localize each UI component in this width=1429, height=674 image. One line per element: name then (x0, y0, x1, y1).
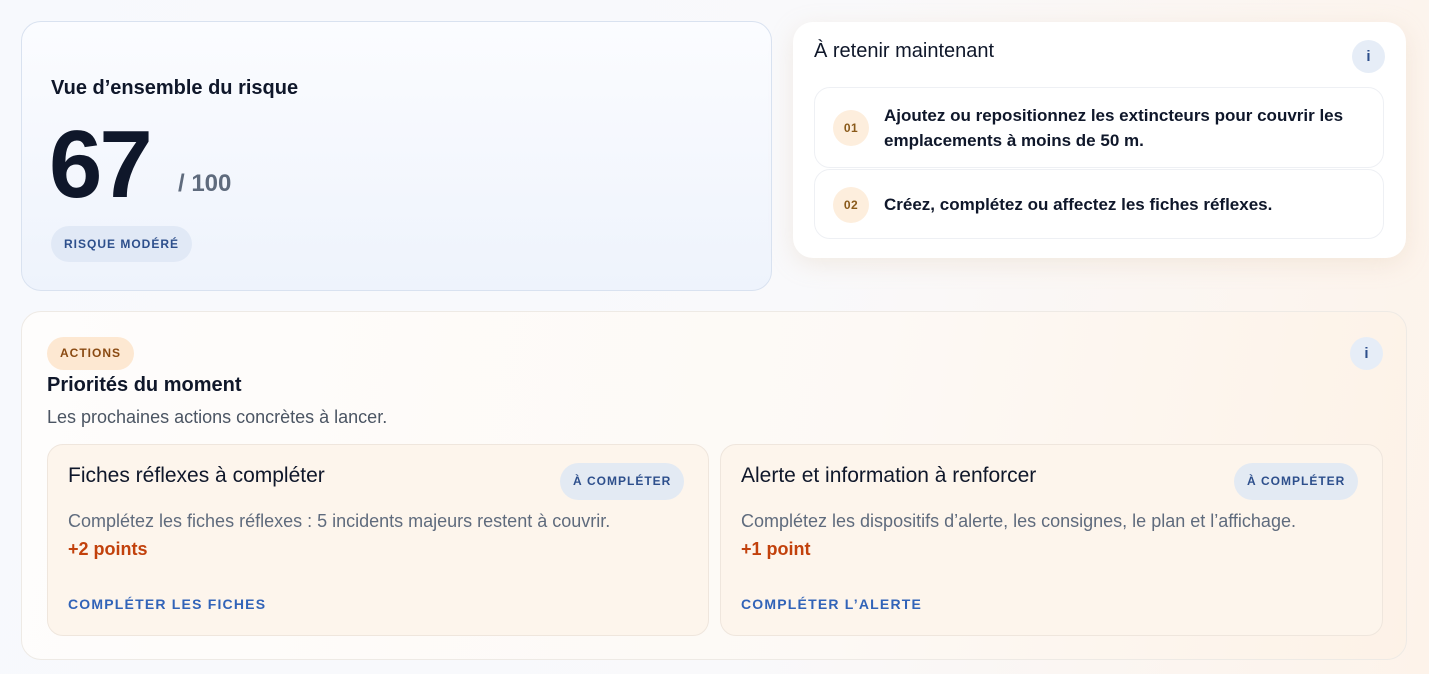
retain-card: À retenir maintenant i 01 Ajoutez ou rep… (793, 22, 1406, 258)
risk-score-max: / 100 (178, 170, 232, 197)
risk-overview-card: Vue d’ensemble du risque 67 / 100 RISQUE… (21, 21, 772, 291)
risk-level-badge: RISQUE MODÉRÉ (51, 226, 193, 262)
retain-item-number: 02 (833, 187, 869, 223)
actions-title: Priorités du moment (47, 374, 242, 396)
priority-card-title: Fiches réflexes à compléter (68, 464, 325, 487)
retain-item: 02 Créez, complétez ou affectez les fich… (814, 169, 1384, 239)
retain-item-number: 01 (833, 110, 869, 146)
retain-item-text: Ajoutez ou repositionnez les extincteurs… (884, 106, 1344, 150)
actions-info-icon[interactable]: i (1350, 337, 1383, 370)
complete-alerte-link[interactable]: COMPLÉTER L’ALERTE (741, 596, 922, 612)
status-badge: À COMPLÉTER (1234, 463, 1359, 500)
priority-card-points: +1 point (741, 539, 811, 559)
priority-card-fiches: Fiches réflexes à compléter À COMPLÉTER … (47, 444, 709, 636)
complete-fiches-link[interactable]: COMPLÉTER LES FICHES (68, 596, 266, 612)
priority-card-title: Alerte et information à renforcer (741, 464, 1037, 487)
retain-item: 01 Ajoutez ou repositionnez les extincte… (814, 87, 1384, 168)
status-badge: À COMPLÉTER (560, 463, 685, 500)
actions-subtitle: Les prochaines actions concrètes à lance… (47, 407, 388, 427)
actions-badge: ACTIONS (47, 337, 134, 370)
retain-title: À retenir maintenant (814, 40, 995, 62)
priority-card-description: Complétez les dispositifs d’alerte, les … (741, 511, 1296, 531)
risk-score: 67 (49, 111, 153, 218)
retain-info-icon[interactable]: i (1352, 40, 1385, 73)
priority-card-alerte: Alerte et information à renforcer À COMP… (720, 444, 1383, 636)
actions-card: ACTIONS i Priorités du moment Les procha… (21, 311, 1407, 660)
priority-card-points: +2 points (68, 539, 148, 559)
risk-overview-title: Vue d’ensemble du risque (51, 77, 299, 99)
priority-card-description: Complétez les fiches réflexes : 5 incide… (68, 511, 611, 531)
retain-item-text: Créez, complétez ou affectez les fiches … (884, 195, 1273, 214)
